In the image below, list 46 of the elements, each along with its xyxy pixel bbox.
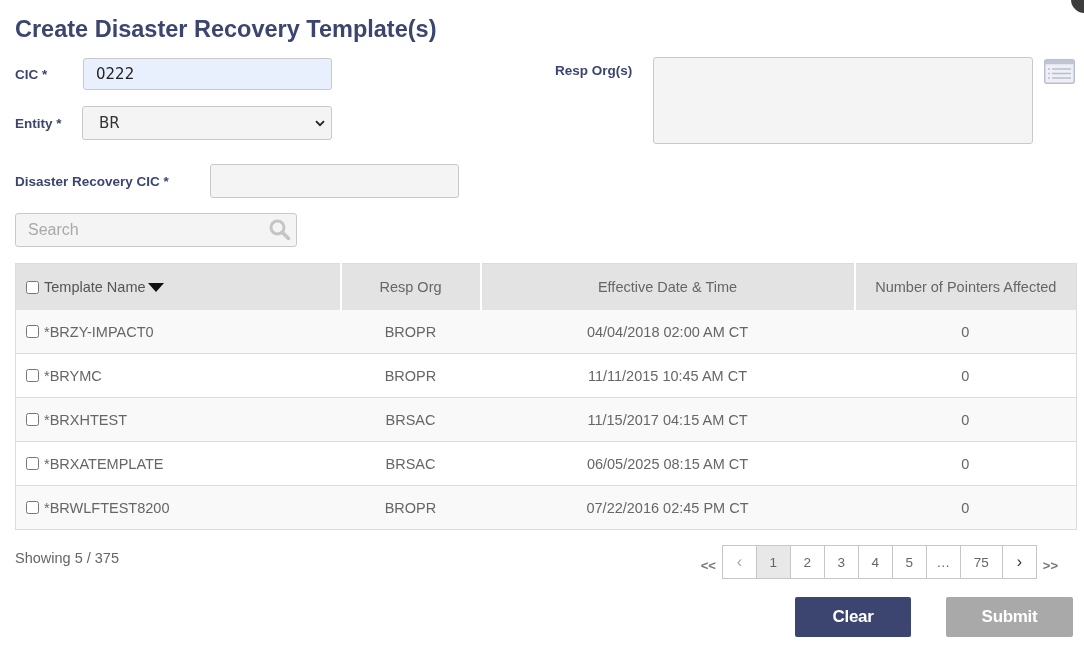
template-name: *BRXHTEST (44, 411, 127, 428)
column-header[interactable]: Template Name (44, 279, 146, 295)
resp-org: BROPR (384, 499, 437, 516)
row-checkbox[interactable] (26, 457, 39, 470)
effective-date-time: 04/04/2018 02:00 AM CT (586, 323, 749, 340)
pointers-affected-count: 0 (961, 455, 970, 472)
search-field[interactable]: Search (15, 213, 297, 247)
last-page-link[interactable]: >> (1036, 558, 1064, 573)
showing-count: Showing 5 / 375 (15, 550, 119, 566)
row-checkbox[interactable] (26, 501, 39, 514)
effective-date-time: 11/15/2017 04:15 AM CT (587, 411, 748, 428)
entity-select[interactable]: BR (82, 106, 332, 140)
cic-label: CIC * (15, 67, 48, 82)
template-name: *BRYMC (44, 367, 102, 384)
column-header[interactable]: Effective Date & Time (597, 279, 738, 295)
cic-input[interactable]: 0222 (83, 58, 332, 90)
effective-date-time: 06/05/2025 08:15 AM CT (586, 455, 749, 472)
effective-date-time: 07/22/2016 02:45 PM CT (586, 499, 749, 516)
chevron-down-icon (315, 119, 325, 127)
resp-org: BRSAC (385, 411, 436, 428)
resp-orgs-label: Resp Org(s) (555, 63, 633, 78)
column-header[interactable]: Resp Org (379, 279, 442, 295)
page-title: Create Disaster Recovery Template(s) (15, 15, 437, 44)
effective-date-time: 11/11/2015 10:45 AM CT (587, 367, 748, 384)
select-all-checkbox[interactable] (26, 280, 39, 294)
template-name: *BRZY-IMPACT0 (44, 323, 154, 340)
pointers-affected-count: 0 (961, 367, 970, 384)
disaster-recovery-cic-input[interactable] (210, 164, 459, 198)
template-name: *BRWLFTEST8200 (44, 499, 170, 516)
row-checkbox[interactable] (26, 325, 39, 338)
sort-down-icon[interactable] (147, 282, 164, 292)
resp-orgs-field[interactable] (653, 57, 1033, 144)
page-button[interactable]: 1 (756, 546, 791, 578)
pointers-affected-count: 0 (961, 499, 970, 516)
clear-button[interactable]: Clear (795, 597, 911, 637)
resp-org: BROPR (384, 367, 437, 384)
first-page-link[interactable]: << (694, 558, 722, 573)
resp-org: BRSAC (385, 455, 436, 472)
resp-org: BROPR (384, 323, 437, 340)
disaster-recovery-cic-label: Disaster Recovery CIC * (15, 174, 169, 189)
pointers-affected-count: 0 (961, 323, 970, 340)
template-name: *BRXATEMPLATE (44, 455, 164, 472)
row-checkbox[interactable] (26, 413, 39, 426)
entity-label: Entity * (15, 116, 62, 131)
row-checkbox[interactable] (26, 369, 39, 382)
pointers-affected-count: 0 (961, 411, 970, 428)
